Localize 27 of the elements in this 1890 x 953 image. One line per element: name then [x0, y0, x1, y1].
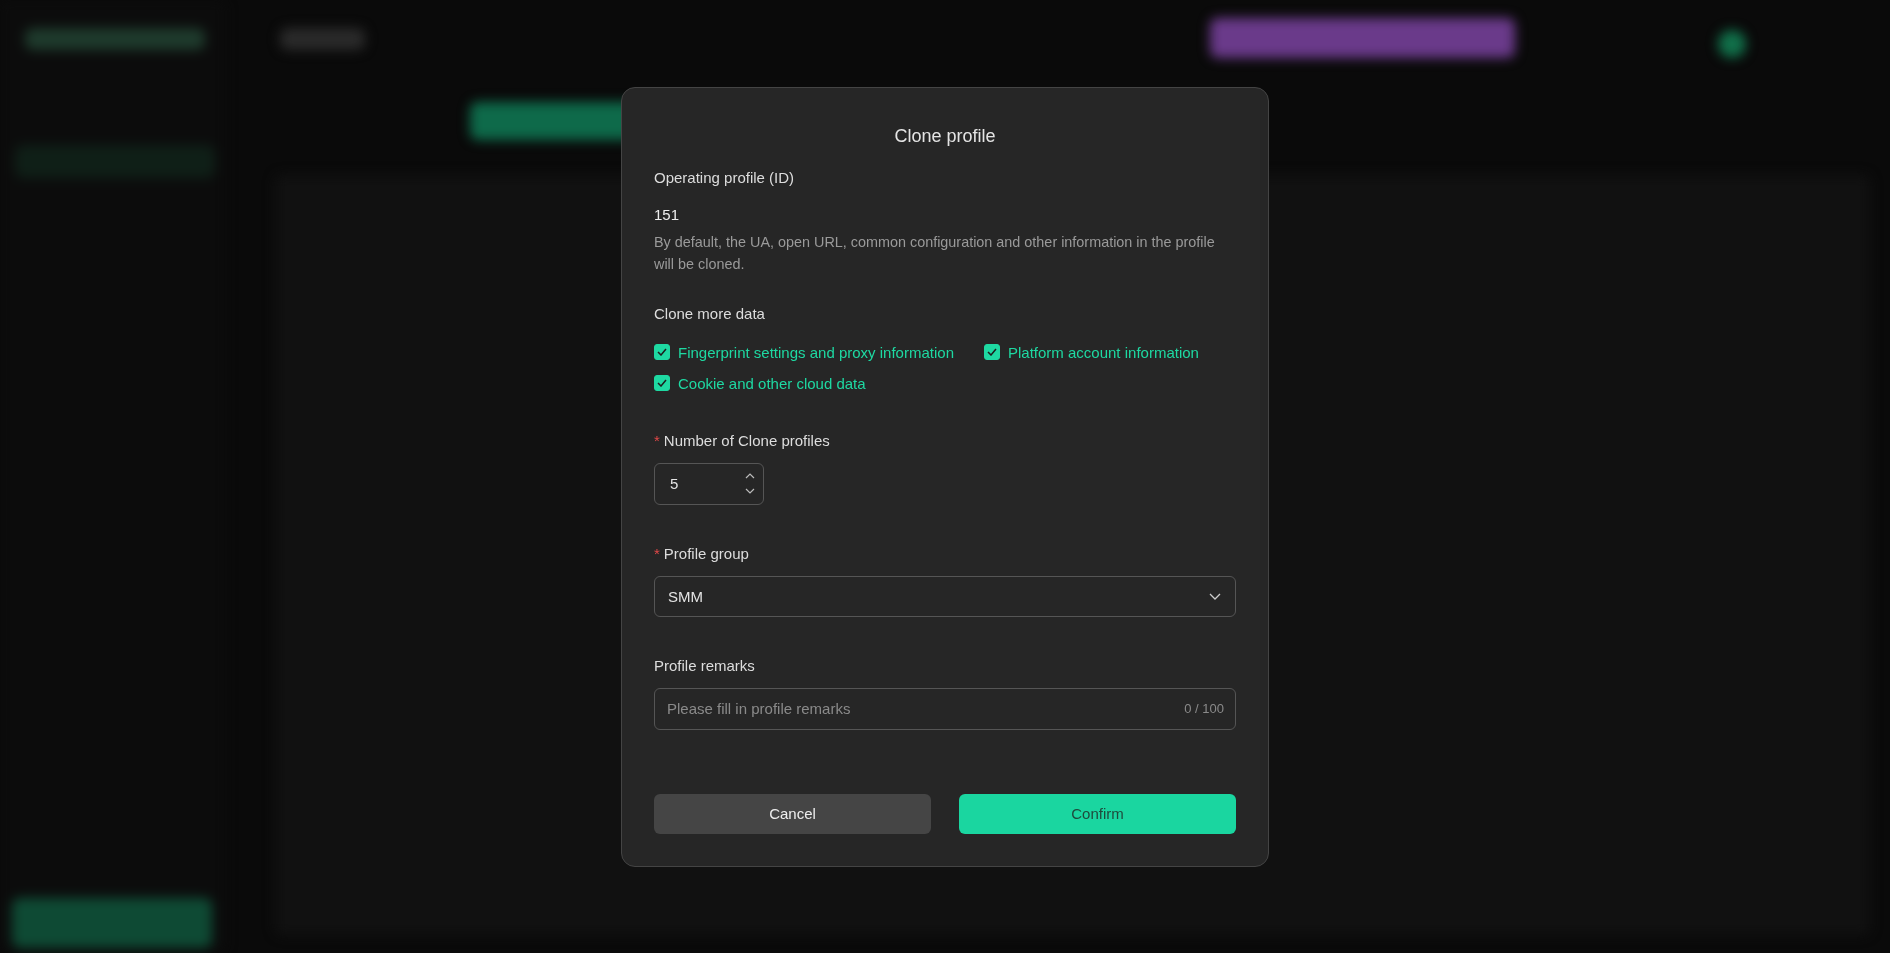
- checkbox-option[interactable]: Cookie and other cloud data: [654, 374, 866, 392]
- group-select[interactable]: SMM: [654, 575, 1236, 617]
- profile-id: 151: [654, 205, 681, 223]
- field-label: Profile group: [663, 544, 749, 562]
- check-icon: [657, 348, 667, 356]
- section-label: Clone more data: [654, 304, 766, 322]
- field-label: Number of Clone profiles: [663, 431, 830, 449]
- cancel-button[interactable]: Cancel: [654, 793, 931, 834]
- decrement-icon[interactable]: [745, 488, 755, 494]
- checkbox[interactable]: [654, 344, 670, 360]
- checkbox-option[interactable]: Platform account information: [984, 343, 1199, 361]
- required-mark: *: [654, 544, 660, 562]
- dialog-title: Clone profile: [893, 125, 997, 147]
- number-input[interactable]: 5: [654, 462, 764, 505]
- chevron-down-icon: [1209, 592, 1221, 600]
- required-mark: *: [654, 431, 660, 449]
- clone-note: By default, the UA, open URL, common configuration and other information in the profile will be cloned.: [654, 232, 1216, 274]
- check-icon: [657, 379, 667, 387]
- checkbox[interactable]: [984, 344, 1000, 360]
- checkbox-option[interactable]: Fingerprint settings and proxy information: [654, 343, 954, 361]
- field-label: Profile remarks: [654, 656, 756, 674]
- confirm-button[interactable]: Confirm: [959, 793, 1236, 834]
- character-counter: 0 / 100: [1184, 700, 1224, 716]
- increment-icon[interactable]: [745, 473, 755, 479]
- check-icon: [987, 348, 997, 356]
- field-label: Operating profile (ID): [654, 168, 796, 186]
- checkbox[interactable]: [654, 375, 670, 391]
